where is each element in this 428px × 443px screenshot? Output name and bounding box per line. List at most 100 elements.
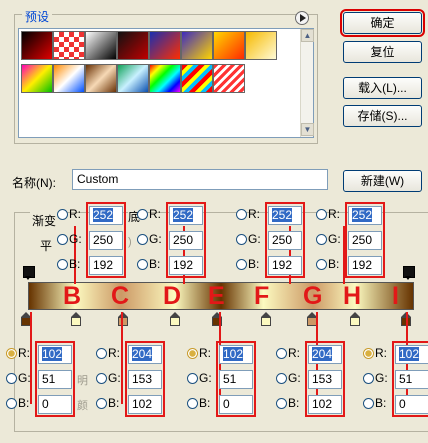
preset-swatch[interactable]	[181, 31, 213, 60]
channel-label-b: B:	[18, 396, 30, 410]
channel-field-g[interactable]: 250	[89, 231, 123, 250]
channel-field-g[interactable]: 51	[395, 370, 428, 389]
new-button[interactable]: 新建(W)	[343, 170, 422, 192]
save-button[interactable]: 存储(S)...	[343, 105, 422, 127]
preset-swatch-list[interactable]	[18, 28, 314, 138]
preset-swatch[interactable]	[85, 64, 117, 93]
channel-radio-g[interactable]	[236, 234, 247, 245]
opacity-stop-right[interactable]	[403, 266, 415, 280]
channel-radio-b[interactable]	[363, 398, 374, 409]
channel-radio-r[interactable]	[276, 348, 287, 359]
color-stop[interactable]	[71, 312, 81, 326]
channel-radio-b[interactable]	[96, 398, 107, 409]
channel-radio-g[interactable]	[276, 373, 287, 384]
channel-field-g[interactable]: 51	[38, 370, 72, 389]
channel-field-r[interactable]: 102	[219, 345, 253, 364]
channel-value: 192	[352, 258, 373, 272]
channel-radio-g[interactable]	[96, 373, 107, 384]
opacity-stop-left[interactable]	[23, 266, 35, 280]
preset-swatch[interactable]	[245, 31, 277, 60]
channel-value: 204	[312, 347, 333, 361]
preset-swatch[interactable]	[181, 64, 213, 93]
channel-field-g[interactable]: 153	[128, 370, 162, 389]
channel-value: 252	[173, 208, 194, 222]
color-stop[interactable]	[170, 312, 180, 326]
channel-radio-r[interactable]	[137, 209, 148, 220]
channel-field-g[interactable]: 250	[268, 231, 302, 250]
channel-radio-r[interactable]	[363, 348, 374, 359]
channel-field-b[interactable]: 192	[169, 256, 203, 275]
channel-field-b[interactable]: 102	[128, 395, 162, 414]
channel-field-b[interactable]: 102	[308, 395, 342, 414]
preset-swatch[interactable]	[21, 31, 53, 60]
channel-radio-r[interactable]	[236, 209, 247, 220]
channel-field-g[interactable]: 153	[308, 370, 342, 389]
preset-swatch[interactable]	[117, 64, 149, 93]
scroll-up-icon[interactable]: ▲	[301, 29, 314, 42]
channel-field-b[interactable]: 192	[348, 256, 382, 275]
channel-value: 153	[132, 372, 153, 386]
channel-value: 51	[42, 372, 56, 386]
channel-radio-r[interactable]	[316, 209, 327, 220]
channel-radio-b[interactable]	[6, 398, 17, 409]
preset-swatch[interactable]	[53, 64, 85, 93]
channel-radio-g[interactable]	[6, 373, 17, 384]
preset-swatch[interactable]	[21, 64, 53, 93]
preset-swatch[interactable]	[149, 31, 181, 60]
preset-scrollbar[interactable]: ▲ ▼	[300, 29, 314, 137]
channel-label-g: G:	[69, 232, 82, 246]
color-stop[interactable]	[350, 312, 360, 326]
channel-field-r[interactable]: 204	[128, 345, 162, 364]
preset-swatch[interactable]	[213, 64, 245, 93]
annotation-letter-i: I	[392, 282, 399, 310]
channel-field-r[interactable]: 252	[268, 206, 302, 225]
channel-radio-r[interactable]	[57, 209, 68, 220]
channel-value: 0	[42, 397, 49, 411]
channel-radio-b[interactable]	[137, 259, 148, 270]
channel-field-g[interactable]: 250	[348, 231, 382, 250]
channel-field-r[interactable]: 252	[169, 206, 203, 225]
channel-radio-g[interactable]	[187, 373, 198, 384]
preset-menu-arrow-icon[interactable]	[295, 11, 309, 25]
channel-radio-b[interactable]	[57, 259, 68, 270]
preset-swatch[interactable]	[85, 31, 117, 60]
channel-field-r[interactable]: 252	[348, 206, 382, 225]
preset-swatch[interactable]	[117, 31, 149, 60]
channel-field-g[interactable]: 250	[169, 231, 203, 250]
preset-swatch[interactable]	[213, 31, 245, 60]
channel-field-b[interactable]: 192	[268, 256, 302, 275]
channel-radio-g[interactable]	[316, 234, 327, 245]
reset-button[interactable]: 复位	[343, 41, 422, 63]
channel-value: 153	[312, 372, 333, 386]
channel-radio-b[interactable]	[187, 398, 198, 409]
load-button[interactable]: 载入(L)...	[343, 77, 422, 99]
channel-field-r[interactable]: 102	[38, 345, 72, 364]
channel-radio-g[interactable]	[363, 373, 374, 384]
channel-radio-g[interactable]	[57, 234, 68, 245]
name-input[interactable]: Custom	[72, 169, 328, 190]
preset-swatch[interactable]	[149, 64, 181, 93]
channel-label-g: G:	[328, 232, 341, 246]
channel-field-r[interactable]: 252	[89, 206, 123, 225]
channel-value: 192	[173, 258, 194, 272]
channel-field-g[interactable]: 51	[219, 370, 253, 389]
channel-radio-b[interactable]	[316, 259, 327, 270]
channel-radio-r[interactable]	[96, 348, 107, 359]
channel-field-b[interactable]: 0	[395, 395, 428, 414]
channel-radio-r[interactable]	[6, 348, 17, 359]
channel-radio-r[interactable]	[187, 348, 198, 359]
channel-field-b[interactable]: 0	[38, 395, 72, 414]
channel-field-r[interactable]: 102	[395, 345, 428, 364]
channel-field-b[interactable]: 0	[219, 395, 253, 414]
channel-radio-b[interactable]	[236, 259, 247, 270]
color-stop[interactable]	[118, 312, 128, 326]
channel-radio-g[interactable]	[137, 234, 148, 245]
color-stop[interactable]	[261, 312, 271, 326]
channel-radio-b[interactable]	[276, 398, 287, 409]
scroll-down-icon[interactable]: ▼	[301, 123, 314, 136]
channel-field-b[interactable]: 192	[89, 256, 123, 275]
annotation-letter-g: G	[303, 282, 323, 310]
ok-button[interactable]: 确定	[340, 9, 425, 37]
channel-field-r[interactable]: 204	[308, 345, 342, 364]
preset-swatch[interactable]	[53, 31, 85, 60]
